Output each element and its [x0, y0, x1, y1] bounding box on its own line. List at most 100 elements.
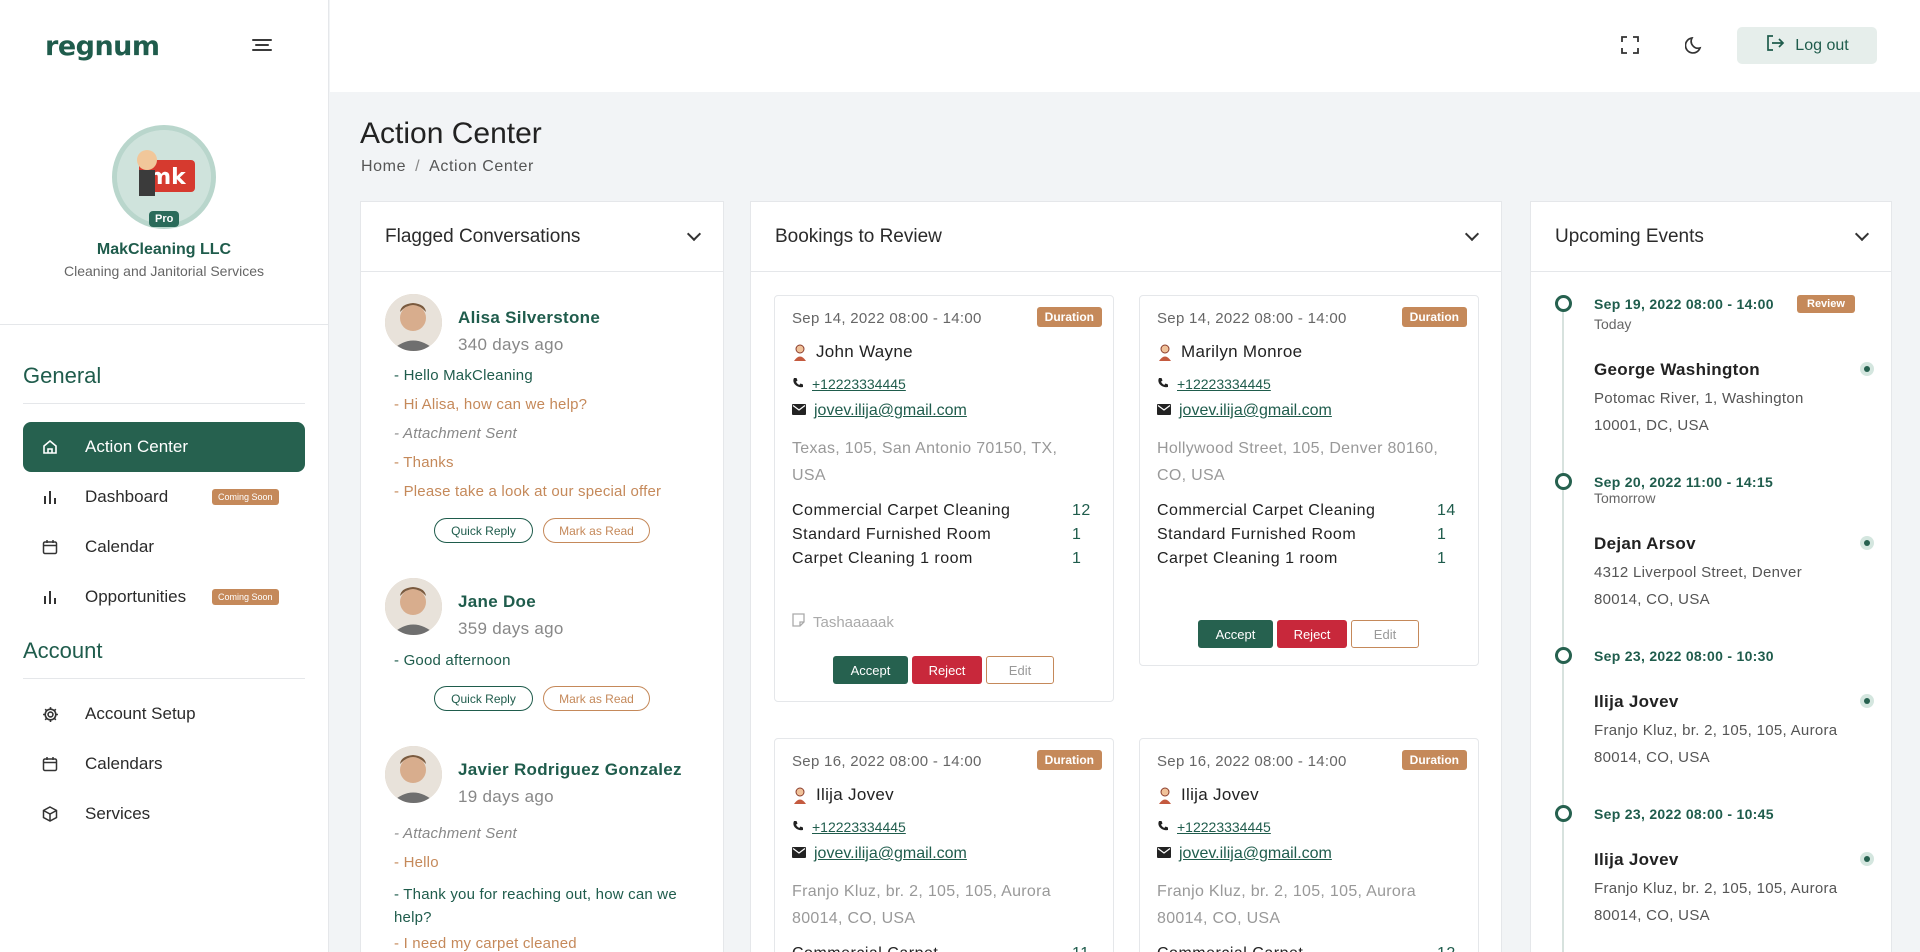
bookings-to-review-card: Bookings to Review Sep 14, 2022 08:00 - … — [750, 201, 1502, 952]
event-relative-day: Today — [1594, 316, 1632, 332]
sidebar-item-label: Opportunities — [85, 587, 187, 606]
phone-link[interactable]: +12223334445 — [1177, 819, 1271, 835]
service-name: Commercial Carpet — [792, 942, 1042, 952]
timeline-dot — [1555, 295, 1572, 312]
phone-icon — [1157, 819, 1169, 835]
sidebar: regnum mk Pro MakCleaning LLC Cleaning a… — [0, 0, 329, 952]
quick-reply-button[interactable]: Quick Reply — [434, 518, 533, 543]
phone-link[interactable]: +12223334445 — [812, 819, 906, 835]
booking-phone: +12223334445 — [792, 376, 906, 392]
sidebar-item-opportunities[interactable]: Opportunities Coming Soon — [23, 572, 305, 622]
event-address: Franjo Kluz, br. 2, 105, 105, Aurora 800… — [1594, 722, 1838, 766]
card-header[interactable]: Bookings to Review — [751, 202, 1501, 272]
accept-button[interactable]: Accept — [833, 656, 908, 684]
phone-link[interactable]: +12223334445 — [1177, 376, 1271, 392]
profile-panel: mk Pro MakCleaning LLC Cleaning and Jani… — [0, 92, 328, 325]
envelope-icon — [1157, 845, 1171, 863]
customer-name: Ilija Jovev — [1181, 785, 1259, 804]
phone-link[interactable]: +12223334445 — [812, 376, 906, 392]
nav-list-account: Account Setup Calendars Services — [23, 689, 305, 839]
person-icon — [1157, 343, 1173, 361]
event-status-icon — [1860, 536, 1874, 550]
sidebar-item-label: Calendar — [85, 537, 154, 556]
booking-customer: Ilija Jovev — [1157, 785, 1259, 805]
booking-phone: +12223334445 — [792, 819, 906, 835]
timeline-dot — [1555, 473, 1572, 490]
service-qty: 11 — [1072, 942, 1092, 952]
coming-soon-badge: Coming Soon — [212, 589, 279, 605]
menu-toggle-icon[interactable] — [252, 36, 272, 54]
email-link[interactable]: jovev.ilija@gmail.com — [1179, 402, 1332, 420]
person-icon — [792, 786, 808, 804]
service-row: Commercial Carpet Cleaning 12 — [792, 499, 1092, 523]
upcoming-events-card: Upcoming Events Sep 19, 2022 08:00 - 14:… — [1530, 201, 1892, 952]
sidebar-item-action-center[interactable]: Action Center — [23, 422, 305, 472]
event-status-icon — [1860, 362, 1874, 376]
event-status-icon — [1860, 694, 1874, 708]
service-name: Standard Furnished Room — [1157, 526, 1357, 543]
email-link[interactable]: jovev.ilija@gmail.com — [814, 402, 967, 420]
service-row: Standard Furnished Room 1 — [792, 523, 1092, 547]
conversation-name[interactable]: Alisa Silverstone — [458, 308, 600, 328]
sidebar-item-label: Action Center — [85, 437, 188, 456]
accept-button[interactable]: Accept — [1198, 620, 1273, 648]
sidebar-item-services[interactable]: Services — [23, 789, 305, 839]
event-name[interactable]: George Washington — [1594, 360, 1760, 380]
edit-button[interactable]: Edit — [986, 656, 1054, 684]
chevron-down-icon[interactable] — [1464, 226, 1480, 242]
breadcrumb-separator: / — [415, 158, 421, 175]
event-relative-day: Tomorrow — [1594, 490, 1656, 506]
service-qty: 1 — [1072, 550, 1082, 567]
booking-card: Sep 16, 2022 08:00 - 14:00 Duration Ilij… — [1139, 738, 1479, 952]
sidebar-item-account-setup[interactable]: Account Setup — [23, 689, 305, 739]
event-address: Franjo Kluz, br. 2, 105, 105, Aurora 800… — [1594, 880, 1838, 924]
conversation-name[interactable]: Jane Doe — [458, 592, 536, 612]
quick-reply-button[interactable]: Quick Reply — [434, 686, 533, 711]
fullscreen-icon[interactable] — [1620, 35, 1640, 55]
message-text: - Hi Alisa, how can we help? — [394, 396, 588, 413]
card-header[interactable]: Flagged Conversations — [361, 202, 723, 272]
booking-email: jovev.ilija@gmail.com — [1157, 845, 1332, 863]
page-title: Action Center — [360, 117, 542, 150]
event-date: Sep 20, 2022 11:00 - 14:15 — [1594, 474, 1774, 490]
reject-button[interactable]: Reject — [912, 656, 982, 684]
event-name[interactable]: Dejan Arsov — [1594, 534, 1696, 554]
app-logo[interactable]: regnum — [45, 31, 160, 62]
logout-button[interactable]: Log out — [1737, 27, 1877, 64]
sidebar-item-calendar[interactable]: Calendar — [23, 522, 305, 572]
service-qty: 1 — [1437, 526, 1447, 543]
flagged-conversations-card: Flagged Conversations Alisa Silverstone … — [360, 201, 724, 952]
dark-mode-icon[interactable] — [1684, 35, 1705, 55]
mark-as-read-button[interactable]: Mark as Read — [543, 686, 650, 711]
reject-button[interactable]: Reject — [1277, 620, 1347, 648]
sidebar-item-dashboard[interactable]: Dashboard Coming Soon — [23, 472, 305, 522]
calendar-icon — [41, 538, 59, 556]
card-header[interactable]: Upcoming Events — [1531, 202, 1891, 272]
review-badge[interactable]: Review — [1797, 295, 1855, 313]
breadcrumb-home[interactable]: Home — [361, 158, 406, 175]
nav-heading-general: General — [23, 363, 305, 404]
event-name[interactable]: Ilija Jovev — [1594, 850, 1679, 870]
logout-label: Log out — [1795, 36, 1849, 54]
mark-as-read-button[interactable]: Mark as Read — [543, 518, 650, 543]
nav-heading-account: Account — [23, 638, 305, 679]
breadcrumb-current: Action Center — [429, 158, 534, 175]
service-row: Commercial Carpet 11 — [792, 942, 1092, 952]
booking-date: Sep 16, 2022 08:00 - 14:00 — [792, 753, 982, 770]
event-name[interactable]: Ilija Jovev — [1594, 692, 1679, 712]
service-name: Commercial Carpet — [1157, 942, 1407, 952]
email-link[interactable]: jovev.ilija@gmail.com — [1179, 845, 1332, 863]
timeline-line — [1562, 302, 1564, 952]
chevron-down-icon[interactable] — [1854, 226, 1870, 242]
email-link[interactable]: jovev.ilija@gmail.com — [814, 845, 967, 863]
envelope-icon — [792, 845, 806, 863]
booking-note: Tashaaaaak — [792, 613, 894, 631]
chevron-down-icon[interactable] — [686, 226, 702, 242]
envelope-icon — [1157, 402, 1171, 420]
sidebar-item-calendars[interactable]: Calendars — [23, 739, 305, 789]
sidebar-item-label: Calendars — [85, 754, 163, 773]
booking-card: Sep 14, 2022 08:00 - 14:00 Duration John… — [774, 295, 1114, 702]
edit-button[interactable]: Edit — [1351, 620, 1419, 648]
card-title: Flagged Conversations — [385, 225, 581, 247]
conversation-name[interactable]: Javier Rodriguez Gonzalez — [458, 760, 682, 780]
